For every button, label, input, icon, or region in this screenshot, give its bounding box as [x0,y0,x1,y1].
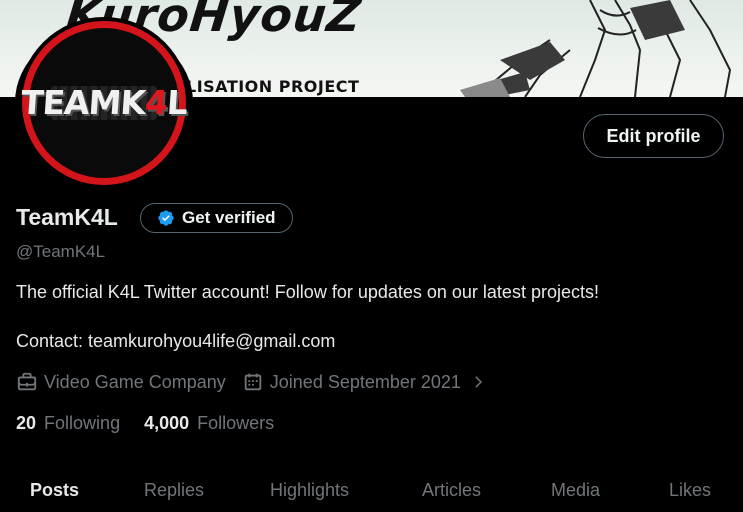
followers-label: Followers [197,413,275,433]
profile-category: Video Game Company [16,371,226,393]
avatar-logo-accent: 4 [143,83,169,122]
verified-badge-icon [158,210,174,226]
following-count: 20 [16,413,37,433]
avatar-ring: TEAMK4L [20,20,189,185]
profile-joined[interactable]: Joined September 2021 [242,371,487,393]
chevron-right-icon [475,376,482,388]
profile-meta: Video Game Company Joined September 2021 [16,370,503,394]
profile-contact: Contact: teamkurohyou4life@gmail.com [16,331,336,351]
tab-media[interactable]: Media [551,480,600,501]
banner-illustration [460,0,732,97]
tab-likes[interactable]: Likes [669,480,711,501]
briefcase-icon [17,372,37,391]
profile-tabs: Posts Replies Highlights Articles Media … [0,468,743,512]
following-label: Following [44,413,121,433]
banner-subtitle: LISATION PROJECT [186,77,360,96]
followers-count: 4,000 [144,413,190,433]
avatar-logo-main: TEAMK [19,83,147,122]
get-verified-label: Get verified [182,208,276,227]
avatar-logo: TEAMK4L [20,83,189,122]
profile-bio: The official K4L Twitter account! Follow… [16,282,599,302]
follow-stats: 20 Following 4,000 Followers [16,413,298,434]
followers-link[interactable]: 4,000 Followers [144,413,274,434]
profile-joined-label: Joined September 2021 [269,371,461,392]
avatar-logo-end: L [165,83,189,122]
get-verified-button[interactable]: Get verified [140,203,293,233]
following-link[interactable]: 20 Following [16,413,120,434]
calendar-icon [244,373,262,391]
tab-articles[interactable]: Articles [422,480,481,501]
tab-posts[interactable]: Posts [30,480,79,501]
profile-category-label: Video Game Company [44,371,226,392]
edit-profile-button[interactable]: Edit profile [583,114,724,158]
tab-highlights[interactable]: Highlights [270,480,349,501]
profile-handle: @TeamK4L [16,242,106,261]
profile-name: TeamK4L [16,204,118,230]
tab-replies[interactable]: Replies [144,480,204,501]
avatar[interactable]: TEAMK4L [15,20,193,185]
